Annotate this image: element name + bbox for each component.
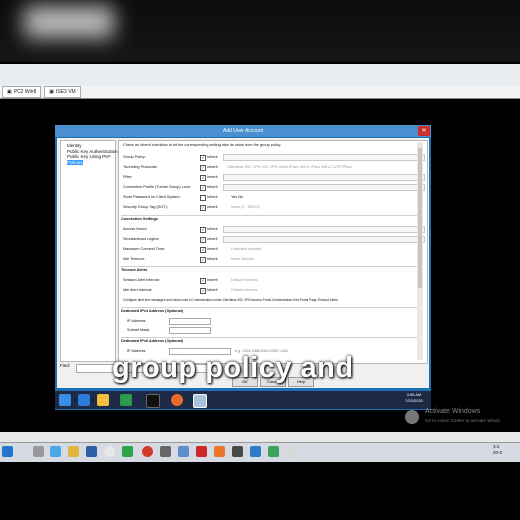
video-caption: group policy and	[112, 352, 354, 384]
inherit-checkbox[interactable]: ✓	[200, 247, 206, 253]
start-icon[interactable]	[59, 394, 71, 406]
inherit-checkbox[interactable]: ✓	[200, 155, 206, 161]
app-icon[interactable]	[214, 446, 225, 457]
connection-profile-select[interactable]	[223, 184, 425, 191]
folder-icon[interactable]	[68, 446, 79, 457]
navigation-tree: Identity Public Key Authentication Publi…	[60, 140, 118, 362]
inherit-checkbox[interactable]: ✓	[200, 227, 206, 233]
host-window-edge	[0, 432, 520, 442]
computer-icon: ▣	[49, 89, 54, 95]
computer-icon: ▣	[7, 89, 12, 95]
app-icon[interactable]	[160, 446, 171, 457]
store-icon[interactable]	[120, 394, 132, 406]
app-icon[interactable]	[50, 446, 61, 457]
inherit-checkbox[interactable]: ✓	[200, 165, 206, 171]
outer-tab-bar: ▣ PC2 Win8 ▣ ISE3 VM	[0, 86, 520, 99]
inherit-checkbox[interactable]: ✓	[200, 237, 206, 243]
activate-windows-watermark: Activate Windows Go to Action Center to …	[425, 408, 501, 423]
inherit-checkbox[interactable]: ✓	[200, 288, 206, 294]
app-icon[interactable]	[286, 446, 297, 457]
inherit-checkbox[interactable]: ✓	[200, 278, 206, 284]
outer-window-toolbar	[0, 64, 520, 87]
inherit-checkbox[interactable]: ✓	[200, 175, 206, 181]
app-icon[interactable]	[232, 446, 243, 457]
timeout-alerts-heading: Timeout Alerts	[121, 268, 148, 272]
firefox-icon[interactable]	[171, 394, 183, 406]
inner-clock: 3:56 AM 7/20/2020	[405, 392, 423, 403]
tab-ise3-vm[interactable]: ▣ ISE3 VM	[44, 86, 81, 98]
subnet-mask-select[interactable]	[169, 327, 211, 334]
activate-windows-icon	[405, 410, 419, 424]
filter-select[interactable]	[223, 174, 425, 181]
ipv6-heading: Dedicated IPv6 Address (Optional)	[121, 339, 184, 343]
app-icon[interactable]	[33, 446, 44, 457]
simultaneous-logins-field[interactable]	[223, 236, 425, 243]
tab-pc2-win8[interactable]: ▣ PC2 Win8	[2, 86, 42, 98]
inherit-checkbox[interactable]	[200, 195, 206, 201]
explorer-icon[interactable]	[97, 394, 109, 406]
app-icon[interactable]	[86, 446, 97, 457]
app-icon[interactable]	[178, 446, 189, 457]
policy-form: Check an Inherit checkbox to let the cor…	[118, 140, 428, 364]
terminal-icon[interactable]	[146, 394, 160, 408]
app-icon[interactable]	[196, 446, 207, 457]
app-icon[interactable]	[268, 446, 279, 457]
host-clock: 3:4 20-0	[493, 444, 503, 455]
inherit-checkbox[interactable]: ✓	[200, 205, 206, 211]
tree-item-public-key-pkf[interactable]: Public Key Using PKF	[61, 154, 115, 160]
ipv4-heading: Dedicated IPv4 Address (Optional)	[121, 309, 184, 313]
app-icon[interactable]	[142, 446, 153, 457]
timeout-note: Configure alert text messages and visual…	[123, 298, 339, 302]
connection-settings-heading: Connection Settings	[121, 217, 158, 221]
tree-item-policies[interactable]: Policies	[61, 159, 115, 166]
tab-label: ISE3 VM	[55, 89, 76, 95]
chrome-icon[interactable]	[104, 446, 115, 457]
blurred-header	[0, 0, 520, 62]
asdm-icon[interactable]	[193, 394, 207, 408]
dialog-title: Add User Account	[55, 125, 431, 137]
ie-icon[interactable]	[78, 394, 90, 406]
app-icon[interactable]	[250, 446, 261, 457]
access-hours-select[interactable]	[223, 226, 425, 233]
group-policy-select[interactable]	[223, 154, 425, 161]
tab-label: PC2 Win8	[13, 89, 37, 95]
inherit-checkbox[interactable]: ✓	[200, 185, 206, 191]
close-button[interactable]: ✕	[418, 126, 430, 136]
scrollbar-thumb[interactable]	[418, 148, 422, 288]
inner-taskbar	[55, 391, 431, 409]
start-icon[interactable]	[2, 446, 13, 457]
form-intro: Check an Inherit checkbox to let the cor…	[123, 143, 282, 147]
ipv4-address-input[interactable]	[169, 318, 211, 325]
app-icon[interactable]	[122, 446, 133, 457]
inherit-checkbox[interactable]: ✓	[200, 257, 206, 263]
